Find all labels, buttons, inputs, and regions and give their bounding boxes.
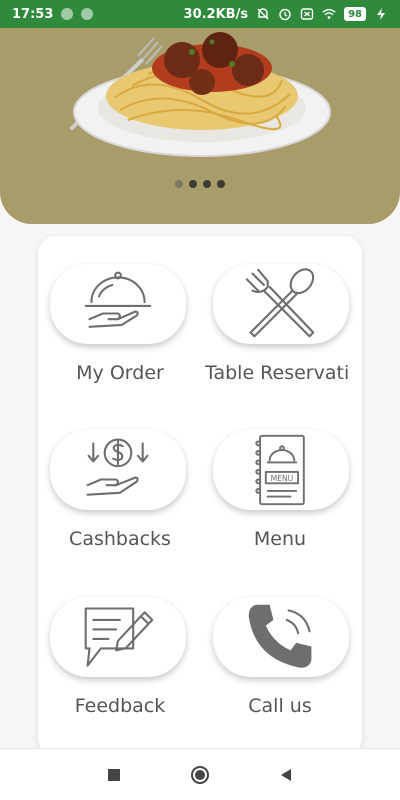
call-us-button[interactable] [213,597,349,677]
tile-my-order[interactable]: My Order [40,236,186,384]
menu-label: Menu [253,528,307,550]
my-order-label: My Order [76,362,164,384]
square-icon [108,768,120,781]
status-left: 17:53 [12,6,94,22]
cloche-hand-icon [84,271,152,328]
table-reservation-button[interactable] [213,264,349,344]
tile-table-reservation[interactable]: Table Reservatio [205,236,350,384]
spaghetti-plate-image [70,32,331,157]
alarm-icon [279,8,291,21]
tile-call-us[interactable]: Call us [205,569,350,717]
network-speed: 30.2KB/s [183,6,249,22]
status-bar: 17:53 30.2KB/s 98 [0,0,400,28]
status-right: 30.2KB/s 98 [184,7,388,22]
feedback-label: Feedback [74,695,166,717]
home-button[interactable] [188,763,212,787]
table-reservation-label: Table Reservatio [205,362,350,384]
back-button[interactable] [274,763,298,787]
fork-spoon-icon [245,268,315,338]
menu-book-icon: MENU [255,434,305,506]
pager-dot[interactable] [217,180,225,188]
recents-button[interactable] [102,763,126,787]
svg-text:MENU: MENU [271,474,294,483]
feedback-pen-icon [84,607,154,667]
tile-feedback[interactable]: Feedback [40,569,186,717]
pager-dot[interactable] [175,180,183,188]
mute-bell-icon [257,8,269,20]
pager-dot[interactable] [189,180,197,188]
notification-dot-icon [61,8,74,20]
phone-icon [248,604,312,668]
cashbacks-button[interactable] [50,430,186,510]
services-card: My Order Table Reservatio Cashbacks MENU… [38,236,362,756]
hero-banner[interactable] [0,28,400,224]
cashbacks-label: Cashbacks [69,528,171,550]
charging-bolt-icon [377,8,385,20]
sim-x-icon [300,8,314,20]
feedback-button[interactable] [50,597,186,677]
tile-cashbacks[interactable]: Cashbacks [40,402,186,550]
status-time: 17:53 [12,6,54,22]
call-us-label: Call us [248,695,312,717]
battery-indicator: 98 [344,7,366,21]
circle-home-icon [191,765,209,784]
coin-hand-icon [86,438,149,496]
menu-button[interactable]: MENU [213,430,349,510]
notification-dot-icon [81,8,94,20]
tile-menu[interactable]: MENU Menu [205,402,350,550]
carousel-pager[interactable] [0,180,400,188]
triangle-back-icon [281,768,291,781]
system-navigation-bar [0,748,400,800]
my-order-button[interactable] [50,264,186,344]
wifi-icon [322,8,336,19]
pager-dot[interactable] [203,180,211,188]
